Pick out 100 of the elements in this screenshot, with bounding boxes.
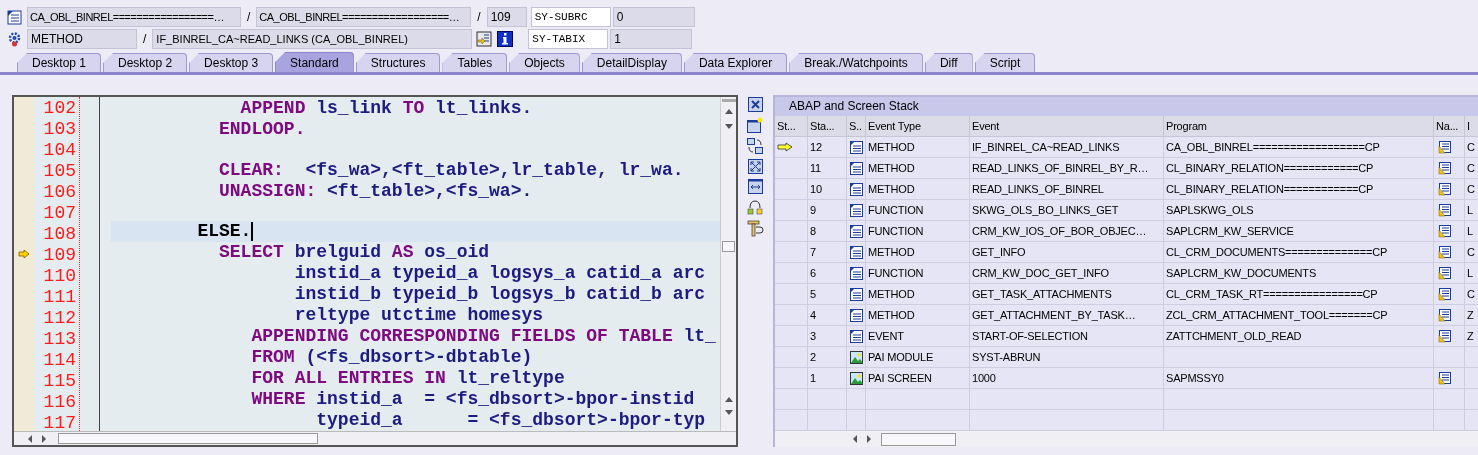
scroll-left-icon[interactable] bbox=[26, 433, 34, 444]
scroll-up-icon[interactable] bbox=[723, 107, 734, 115]
separator-text: / bbox=[477, 9, 481, 26]
close-icon[interactable] bbox=[747, 97, 763, 112]
table-cell: FUNCTION bbox=[866, 263, 970, 284]
horizontal-scrollbar[interactable] bbox=[14, 431, 736, 445]
tab[interactable]: Desktop 2 bbox=[103, 53, 188, 72]
table-cell: SYST-ABRUN bbox=[970, 347, 1164, 368]
panel-title: ABAP and Screen Stack bbox=[775, 97, 1478, 116]
column-header[interactable]: S.. bbox=[847, 116, 866, 137]
table-cell: 9 bbox=[808, 200, 847, 221]
table-cell: 6 bbox=[808, 263, 847, 284]
tab[interactable]: Diff bbox=[924, 53, 973, 72]
tab[interactable]: Break./Watchpoints bbox=[789, 53, 923, 72]
current-arrow-icon bbox=[777, 142, 793, 152]
table-cell bbox=[775, 389, 808, 410]
text-cursor bbox=[251, 222, 254, 241]
new-window-icon[interactable] bbox=[747, 117, 763, 133]
scroll-right-icon[interactable] bbox=[40, 433, 48, 444]
table-cell: SAPLCRM_KW_DOCUMENTS bbox=[1164, 263, 1434, 284]
maximize-icon[interactable] bbox=[747, 159, 763, 174]
table-cell: CRM_KW_IOS_OF_BOR_OBJEC… bbox=[970, 221, 1164, 242]
variable-name-field[interactable]: SY-SUBRC bbox=[530, 7, 611, 27]
line-number: 109 bbox=[42, 245, 77, 266]
include-field: CA_OBL_BINREL==================… bbox=[256, 7, 472, 27]
scroll-down-icon[interactable] bbox=[723, 123, 734, 131]
code-line: FOR ALL ENTRIES IN lt_reltype bbox=[250, 368, 565, 389]
line-number: 107 bbox=[42, 203, 77, 224]
code-line: APPEND ls_link TO lt_links. bbox=[239, 98, 533, 119]
line-number: 114 bbox=[42, 350, 77, 371]
scroll-down-icon[interactable] bbox=[723, 409, 734, 417]
tab[interactable]: Structures bbox=[355, 53, 441, 72]
table-cell: C bbox=[1465, 179, 1478, 200]
tab[interactable]: Standard bbox=[275, 52, 354, 72]
column-header[interactable]: I bbox=[1465, 116, 1478, 137]
table-cell: CRM_KW_DOC_GET_INFO bbox=[970, 263, 1164, 284]
scroll-thumb[interactable] bbox=[58, 433, 318, 444]
column-header[interactable]: St... bbox=[775, 116, 808, 137]
column-header[interactable]: Na... bbox=[1434, 116, 1465, 137]
tab[interactable]: Desktop 3 bbox=[189, 53, 274, 72]
navigate-document-icon[interactable] bbox=[1438, 161, 1452, 175]
scroll-right-icon[interactable] bbox=[865, 434, 873, 444]
tab[interactable]: Tables bbox=[442, 53, 508, 72]
table-cell: PAI MODULE bbox=[866, 347, 970, 368]
tool-icon[interactable] bbox=[746, 220, 764, 237]
column-header[interactable]: Sta... bbox=[808, 116, 847, 137]
navigate-document-icon[interactable] bbox=[1438, 245, 1452, 259]
navigate-document-icon[interactable] bbox=[1438, 224, 1452, 238]
navigate-document-icon[interactable] bbox=[1438, 182, 1452, 196]
table-cell: 10 bbox=[808, 179, 847, 200]
navigate-document-icon[interactable] bbox=[1438, 371, 1452, 385]
column-header[interactable]: Event Type bbox=[866, 116, 970, 137]
navigate-document-icon[interactable] bbox=[1438, 266, 1452, 280]
variable-value-field: 0 bbox=[612, 7, 695, 27]
scroll-left-icon[interactable] bbox=[851, 434, 859, 444]
separator-text: / bbox=[143, 31, 147, 48]
table-cell: 1 bbox=[808, 368, 847, 389]
resize-width-icon[interactable] bbox=[747, 179, 763, 194]
line-number: 104 bbox=[42, 140, 77, 161]
column-header[interactable]: Program bbox=[1164, 116, 1434, 137]
horizontal-scrollbar[interactable] bbox=[775, 431, 1478, 447]
table-cell: START-OF-SELECTION bbox=[970, 326, 1164, 347]
code-line: instid_b typeid_b logsys_b catid_b arc bbox=[293, 284, 706, 305]
tab[interactable]: Objects bbox=[509, 53, 580, 72]
arc-arrows-icon[interactable] bbox=[747, 199, 763, 215]
navigate-document-icon[interactable] bbox=[1438, 203, 1452, 217]
info-icon[interactable] bbox=[497, 31, 514, 47]
tab[interactable]: Script bbox=[974, 53, 1036, 72]
table-cell: IF_BINREL_CA~READ_LINKS bbox=[970, 137, 1164, 158]
table-cell: CL_CRM_DOCUMENTS==============CP bbox=[1164, 242, 1434, 263]
code-line: FROM (<fs_dbsort>-dbtable) bbox=[250, 347, 533, 368]
table-cell: METHOD bbox=[866, 284, 970, 305]
line-number: 112 bbox=[42, 308, 77, 329]
line-number: 113 bbox=[42, 329, 77, 350]
navigate-document-icon[interactable] bbox=[1438, 329, 1452, 343]
table-cell: 5 bbox=[808, 284, 847, 305]
swap-windows-icon[interactable] bbox=[747, 138, 763, 154]
table-cell: 4 bbox=[808, 305, 847, 326]
tab[interactable]: DetailDisplay bbox=[581, 53, 682, 72]
scroll-thumb[interactable] bbox=[722, 241, 735, 252]
scroll-up-icon[interactable] bbox=[723, 395, 734, 403]
table-cell: METHOD bbox=[866, 242, 970, 263]
code-line: APPENDING CORRESPONDING FIELDS OF TABLE lt_ bbox=[250, 326, 716, 347]
vertical-scrollbar[interactable] bbox=[720, 97, 736, 431]
tab[interactable]: Data Explorer bbox=[683, 53, 788, 72]
navigate-document-icon[interactable] bbox=[1438, 308, 1452, 322]
current-line-arrow-icon bbox=[18, 249, 30, 260]
table-cell: CL_CRM_TASK_RT================CP bbox=[1164, 284, 1434, 305]
tab[interactable]: Desktop 1 bbox=[17, 53, 102, 72]
line-number: 103 bbox=[42, 119, 77, 140]
line-field: 109 bbox=[486, 7, 527, 27]
column-header[interactable]: Event bbox=[970, 116, 1164, 137]
scroll-thumb[interactable] bbox=[881, 432, 956, 446]
table-cell: READ_LINKS_OF_BINREL_BY_R… bbox=[970, 158, 1164, 179]
code-line: typeid_a = <fs_dbsort>-bpor-typ bbox=[315, 410, 706, 431]
table-cell: METHOD bbox=[866, 158, 970, 179]
variable-name-field[interactable]: SY-TABIX bbox=[528, 29, 609, 49]
navigate-document-icon[interactable] bbox=[1438, 140, 1452, 154]
variable-value-field: 1 bbox=[610, 29, 693, 49]
navigate-document-icon[interactable] bbox=[1438, 287, 1452, 301]
